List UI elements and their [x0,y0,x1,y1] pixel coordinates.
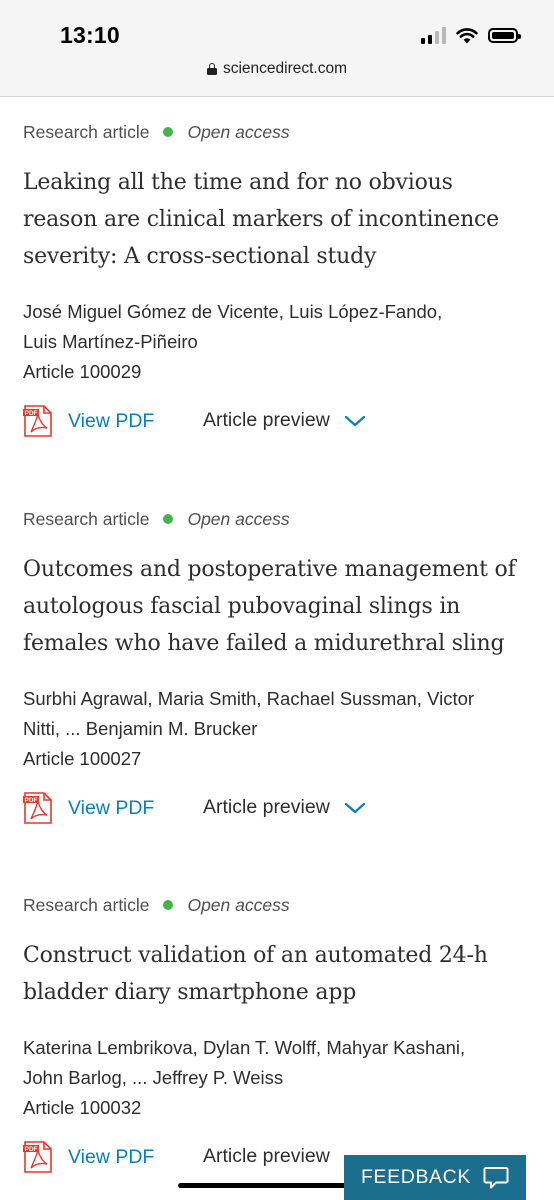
article-authors: José Miguel Gómez de Vicente, Luis López… [23,297,533,357]
view-pdf-link[interactable]: PDF View PDF [23,1141,154,1173]
url-bar[interactable]: sciencedirect.com [0,60,554,78]
article-number: Article 100029 [23,361,142,382]
article-authors: Katerina Lembrikova, Dylan T. Wolff, Mah… [23,1033,533,1093]
open-access-dot-icon [163,514,174,524]
status-icons [421,26,521,44]
title-line: females who have failed a midurethral sl… [23,631,505,656]
title-line: Construct validation of an automated 24-… [23,943,488,968]
signal-icon [421,26,446,44]
article-authors: Surbhi Agrawal, Maria Smith, Rachael Sus… [23,684,533,744]
view-pdf-label: View PDF [68,409,155,432]
author-line: José Miguel Gómez de Vicente, Luis López… [23,301,443,322]
article-preview-toggle[interactable]: Article preview [203,796,366,819]
pdf-icon: PDF [23,1141,52,1173]
title-line: reason are clinical markers of incontine… [23,207,500,232]
article-preview-toggle[interactable]: Article preview [203,409,366,432]
article-preview-label: Article preview [203,409,330,431]
article-preview-label: Article preview [203,1145,330,1167]
chat-icon [483,1166,509,1188]
article-type: Research article [23,121,150,142]
view-pdf-link[interactable]: PDF View PDF [23,792,154,824]
article-meta: Research article Open access [23,893,533,917]
article-actions: PDF View PDF Article preview [23,403,533,443]
pdf-icon: PDF [23,405,52,437]
view-pdf-label: View PDF [68,1145,155,1168]
svg-text:PDF: PDF [25,410,38,417]
chevron-down-icon [344,415,365,426]
author-line: Katerina Lembrikova, Dylan T. Wolff, Mah… [23,1037,466,1058]
access-label: Open access [187,894,290,915]
view-pdf-link[interactable]: PDF View PDF [23,405,154,437]
article-title[interactable]: Outcomes and postoperative management of… [23,551,533,662]
status-time: 13:10 [60,22,120,48]
feedback-button[interactable]: FEEDBACK [344,1155,526,1200]
url-domain: sciencedirect.com [222,60,348,77]
svg-text:PDF: PDF [25,797,38,804]
article-preview-label: Article preview [203,796,330,818]
title-line: severity: A cross-sectional study [23,244,377,269]
title-line: bladder diary smartphone app [23,980,357,1005]
article-card: Research article Open access Outcomes an… [23,507,533,830]
author-line: Nitti, ... Benjamin M. Brucker [23,718,258,739]
svg-text:PDF: PDF [25,1146,38,1153]
article-title[interactable]: Leaking all the time and for no obvious … [23,164,533,275]
article-type: Research article [23,508,150,529]
open-access-dot-icon [163,127,174,137]
article-title[interactable]: Construct validation of an automated 24-… [23,937,533,1011]
article-meta: Research article Open access [23,507,533,531]
article-actions: PDF View PDF Article preview [23,790,533,830]
title-line: autologous fascial pubovaginal slings in [23,594,461,619]
article-card: Research article Open access Construct v… [23,893,533,1179]
article-type: Research article [23,894,150,915]
article-number: Article 100032 [23,1097,142,1118]
title-line: Leaking all the time and for no obvious [23,170,453,195]
lock-icon [206,63,217,75]
pdf-icon: PDF [23,792,52,824]
view-pdf-label: View PDF [68,796,155,819]
feedback-label: FEEDBACK [361,1166,471,1188]
battery-icon [488,27,521,43]
open-access-dot-icon [163,900,174,910]
article-card: Research article Open access Leaking all… [23,120,533,443]
article-number: Article 100027 [23,748,142,769]
access-label: Open access [187,121,290,142]
author-line: Luis Martínez-Piñeiro [23,331,198,352]
article-meta: Research article Open access [23,120,533,144]
chevron-down-icon [344,802,365,813]
title-line: Outcomes and postoperative management of [23,557,516,582]
author-line: John Barlog, ... Jeffrey P. Weiss [23,1067,284,1088]
access-label: Open access [187,508,290,529]
author-line: Surbhi Agrawal, Maria Smith, Rachael Sus… [23,688,475,709]
article-preview-toggle[interactable]: Article preview [203,1145,330,1168]
browser-chrome: 13:10 sciencedirect.com [0,0,554,97]
wifi-icon [456,27,478,43]
